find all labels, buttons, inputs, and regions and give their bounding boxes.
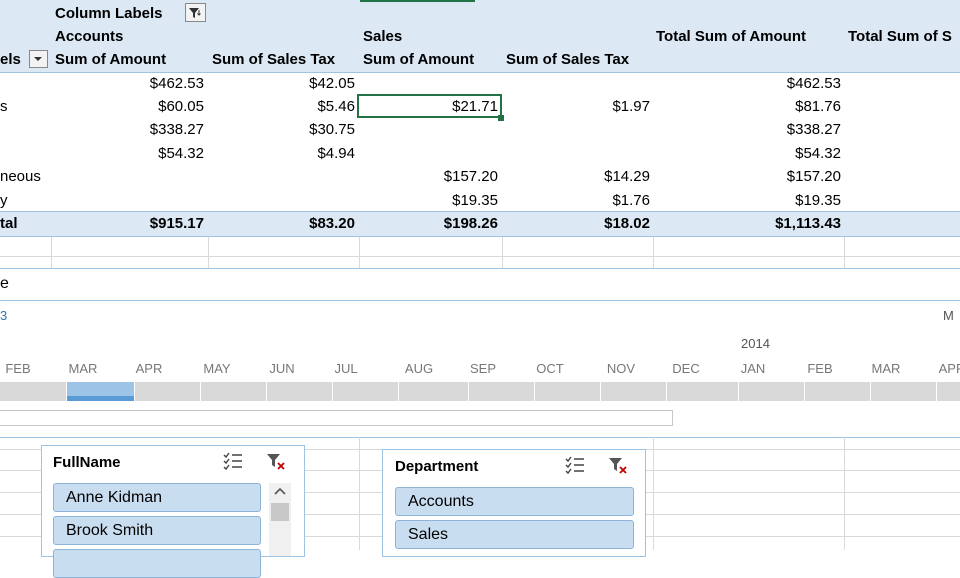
timeline-year-label: 2014 [741, 336, 770, 351]
row-labels-filter-button[interactable] [29, 50, 48, 68]
timeline-month[interactable]: FEB [790, 361, 850, 376]
filter-icon [189, 8, 201, 18]
slicer-item-accounts[interactable]: Accounts [395, 487, 634, 516]
sum-amount-header-sales: Sum of Amount [363, 51, 475, 68]
accounts-tax-cell[interactable]: $30.75 [250, 121, 355, 138]
timeline-title-divider [0, 300, 960, 301]
fill-handle[interactable] [498, 115, 504, 121]
accounts-header: Accounts [55, 28, 124, 45]
clear-filter-button[interactable] [265, 451, 287, 471]
row-label[interactable]: y [0, 192, 8, 209]
fullname-slicer-title: FullName [53, 454, 121, 471]
timeline-month[interactable]: OCT [520, 361, 580, 376]
timeline-month[interactable]: APR [119, 361, 179, 376]
grand-total-accounts-tax[interactable]: $83.20 [250, 215, 355, 232]
slicer-item-sales[interactable]: Sales [395, 520, 634, 549]
row-label[interactable]: s [0, 98, 8, 115]
timeline-month[interactable]: JUN [252, 361, 312, 376]
timeline-selected-range-edge [66, 396, 134, 401]
department-slicer[interactable]: Department Accounts Sales [382, 449, 646, 557]
sales-tax-cell[interactable]: $1.97 [550, 98, 650, 115]
timeline-month[interactable]: APR [922, 361, 960, 376]
sum-tax-header-sales: Sum of Sales Tax [506, 51, 630, 68]
clear-filter-icon [267, 454, 285, 470]
slicer-item-next[interactable] [53, 549, 261, 578]
accounts-amount-cell[interactable]: $54.32 [100, 145, 204, 162]
accounts-amount-cell[interactable]: $60.05 [100, 98, 204, 115]
total-amount-cell[interactable]: $54.32 [700, 145, 841, 162]
sum-tax-header-accounts: Sum of Sales Tax [212, 51, 336, 68]
grand-total-amount[interactable]: $1,113.43 [700, 215, 841, 232]
timeline-month[interactable]: NOV [591, 361, 651, 376]
row-label[interactable]: neous [0, 168, 41, 185]
timeline-month[interactable]: DEC [656, 361, 716, 376]
accounts-amount-cell[interactable]: $338.27 [100, 121, 204, 138]
grand-total-accounts-amount[interactable]: $915.17 [100, 215, 204, 232]
total-amount-cell[interactable]: $338.27 [700, 121, 841, 138]
total-amount-cell[interactable]: $19.35 [700, 192, 841, 209]
timeline-month[interactable]: SEP [453, 361, 513, 376]
sales-amount-cell[interactable]: $157.20 [400, 168, 498, 185]
multi-select-button[interactable] [564, 455, 586, 475]
fullname-slicer[interactable]: FullName Anne Kidman Brook Smith [41, 445, 305, 578]
accounts-tax-cell[interactable]: $4.94 [250, 145, 355, 162]
scroll-up-icon[interactable] [269, 483, 291, 501]
total-amount-cell[interactable]: $81.76 [700, 98, 841, 115]
slicer-item-anne-kidman[interactable]: Anne Kidman [53, 483, 261, 512]
timeline-month[interactable]: MAY [187, 361, 247, 376]
sum-amount-header-accounts: Sum of Amount [55, 51, 167, 68]
timeline-month[interactable]: MAR [856, 361, 916, 376]
multi-select-icon [565, 456, 584, 475]
grand-total-label[interactable]: tal [0, 215, 18, 232]
multi-select-button[interactable] [222, 451, 244, 471]
department-slicer-title: Department [395, 458, 479, 475]
sales-tax-cell[interactable]: $14.29 [550, 168, 650, 185]
active-cell-border [357, 94, 502, 118]
sales-header: Sales [363, 28, 403, 45]
total-amount-cell[interactable]: $157.20 [700, 168, 841, 185]
total-sum-tax-header: Total Sum of S [848, 28, 952, 45]
timeline-bar[interactable] [0, 382, 960, 401]
clear-filter-icon [609, 458, 627, 474]
timeline-month[interactable]: AUG [389, 361, 449, 376]
multi-select-icon [223, 452, 242, 471]
grand-total-sales-amount[interactable]: $198.26 [400, 215, 498, 232]
column-labels-header: Column Labels [55, 5, 163, 22]
timeline-title: e [0, 275, 9, 292]
sales-amount-cell[interactable]: $19.35 [400, 192, 498, 209]
column-labels-filter-button[interactable] [185, 3, 206, 22]
active-column-marker [360, 0, 475, 2]
total-amount-cell[interactable]: $462.53 [700, 75, 841, 92]
dropdown-arrow-icon [34, 57, 42, 61]
timeline-month[interactable]: JAN [723, 361, 783, 376]
timeline-month[interactable]: FEB [0, 361, 48, 376]
total-sum-amount-header: Total Sum of Amount [656, 28, 806, 45]
slicer-item-brook-smith[interactable]: Brook Smith [53, 516, 261, 545]
clear-filter-button[interactable] [607, 455, 629, 475]
sales-tax-cell[interactable]: $1.76 [550, 192, 650, 209]
timeline-scrollbar[interactable] [0, 410, 673, 426]
accounts-tax-cell[interactable]: $5.46 [250, 98, 355, 115]
slicer-scrollbar[interactable] [269, 483, 291, 556]
row-labels-header: els [0, 51, 21, 68]
accounts-amount-cell[interactable]: $462.53 [100, 75, 204, 92]
timeline-level-selector[interactable]: M [943, 308, 954, 323]
timeline-month[interactable]: JUL [316, 361, 376, 376]
slicer-scroll-thumb[interactable] [271, 503, 289, 521]
accounts-tax-cell[interactable]: $42.05 [250, 75, 355, 92]
grand-total-sales-tax[interactable]: $18.02 [550, 215, 650, 232]
timeline-month-selected[interactable]: MAR [53, 361, 113, 376]
timeline-period-label: 3 [0, 308, 8, 323]
